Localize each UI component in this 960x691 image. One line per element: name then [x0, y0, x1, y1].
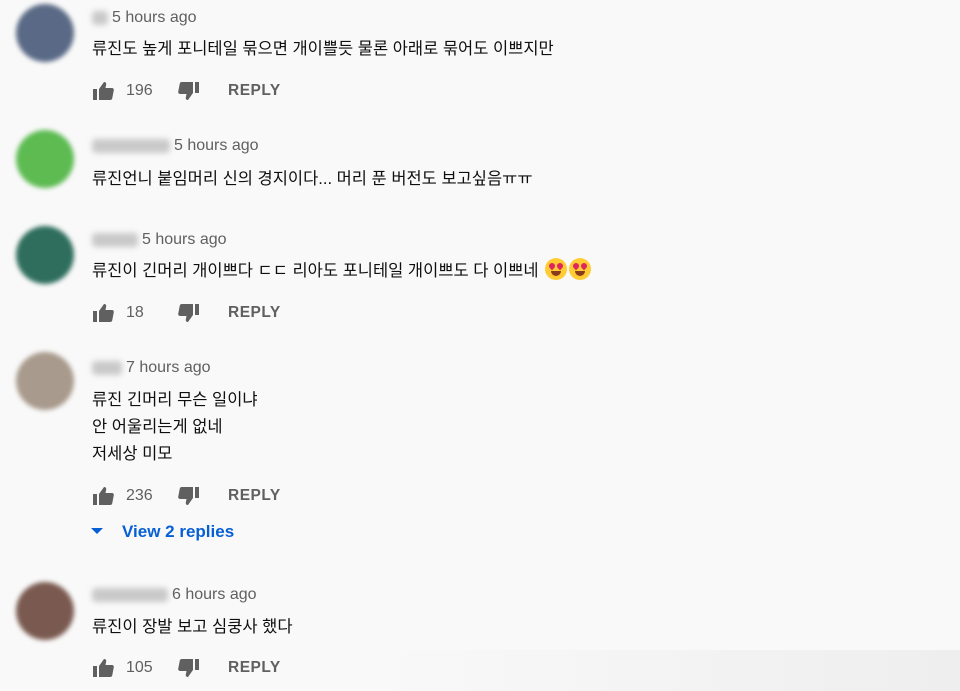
thumbs-down-icon[interactable]: [178, 81, 200, 101]
timestamp[interactable]: 5 hours ago: [112, 9, 197, 26]
comment-actions: 196 REPLY: [92, 79, 281, 103]
timestamp[interactable]: 6 hours ago: [172, 586, 257, 603]
comment-meta: 6 hours ago: [92, 586, 257, 604]
thumbs-up-icon[interactable]: [92, 658, 114, 678]
view-replies-button[interactable]: View 2 replies: [90, 522, 234, 542]
comment-actions: 236 REPLY: [92, 484, 281, 508]
thumbs-down-icon[interactable]: [178, 658, 200, 678]
heart-eyes-emoji: [569, 258, 592, 280]
avatar[interactable]: [16, 226, 74, 284]
comment-actions: 105 REPLY: [92, 656, 281, 680]
comment-line: 저세상 미모: [92, 445, 173, 463]
author-name-blurred[interactable]: [92, 360, 122, 375]
reply-button[interactable]: REPLY: [228, 304, 281, 322]
like-count: 18: [126, 304, 144, 321]
timestamp[interactable]: 5 hours ago: [174, 137, 259, 154]
avatar[interactable]: [16, 352, 74, 410]
comment-text: 류진언니 붙임머리 신의 경지이다... 머리 푼 버전도 보고싶음ㅠㅠ: [92, 166, 533, 193]
reply-button[interactable]: REPLY: [228, 487, 281, 505]
comment-meta: 5 hours ago: [92, 9, 197, 27]
comment-text: 류진이 긴머리 개이쁘다 ㄷㄷ 리아도 포니테일 개이쁘도 다 이쁘네: [92, 258, 592, 285]
thumbs-down-icon[interactable]: [178, 486, 200, 506]
view-replies-label: View 2 replies: [122, 522, 235, 541]
timestamp[interactable]: 5 hours ago: [142, 231, 227, 248]
comment-text: 류진이 장발 보고 심쿵사 했다: [92, 614, 293, 641]
comment-actions: 18 REPLY: [92, 301, 281, 325]
avatar[interactable]: [16, 4, 74, 62]
author-name-blurred[interactable]: [92, 587, 168, 602]
author-name-blurred[interactable]: [92, 138, 170, 153]
avatar[interactable]: [16, 582, 74, 640]
comment-line-text: 류진이 긴머리 개이쁘다 ㄷㄷ 리아도 포니테일 개이쁘도 다 이쁘네: [92, 262, 539, 280]
avatar[interactable]: [16, 130, 74, 188]
comment-text: 류진도 높게 포니테일 묶으면 개이쁠듯 물론 아래로 묶어도 이쁘지만: [92, 36, 554, 63]
like-count: 236: [126, 487, 153, 504]
comment-text: 류진 긴머리 무슨 일이냐 안 어울리는게 없네 저세상 미모: [92, 387, 258, 468]
comment-line: 류진이 긴머리 개이쁘다 ㄷㄷ 리아도 포니테일 개이쁘도 다 이쁘네: [92, 258, 592, 285]
timestamp[interactable]: 7 hours ago: [126, 359, 211, 376]
like-count: 196: [126, 82, 153, 99]
author-name-blurred[interactable]: [92, 232, 138, 247]
comment-meta: 5 hours ago: [92, 231, 227, 249]
thumbs-down-icon[interactable]: [178, 303, 200, 323]
like-count: 105: [126, 659, 153, 676]
caret-down-icon: [90, 522, 108, 542]
comment-meta: 7 hours ago: [92, 359, 211, 377]
thumbs-up-icon[interactable]: [92, 486, 114, 506]
comment-meta: 5 hours ago: [92, 137, 259, 155]
author-name-blurred[interactable]: [92, 10, 108, 25]
comment-line: 안 어울리는게 없네: [92, 418, 223, 436]
thumbs-up-icon[interactable]: [92, 303, 114, 323]
reply-button[interactable]: REPLY: [228, 659, 281, 677]
comment-line: 류진이 장발 보고 심쿵사 했다: [92, 618, 293, 636]
comment-line: 류진도 높게 포니테일 묶으면 개이쁠듯 물론 아래로 묶어도 이쁘지만: [92, 40, 554, 58]
thumbs-up-icon[interactable]: [92, 81, 114, 101]
comment-line: 류진언니 붙임머리 신의 경지이다... 머리 푼 버전도 보고싶음ㅠㅠ: [92, 170, 533, 188]
heart-eyes-emoji: [545, 258, 568, 280]
comment-line: 류진 긴머리 무슨 일이냐: [92, 391, 258, 409]
reply-button[interactable]: REPLY: [228, 82, 281, 100]
bottom-shadow: [380, 650, 960, 691]
